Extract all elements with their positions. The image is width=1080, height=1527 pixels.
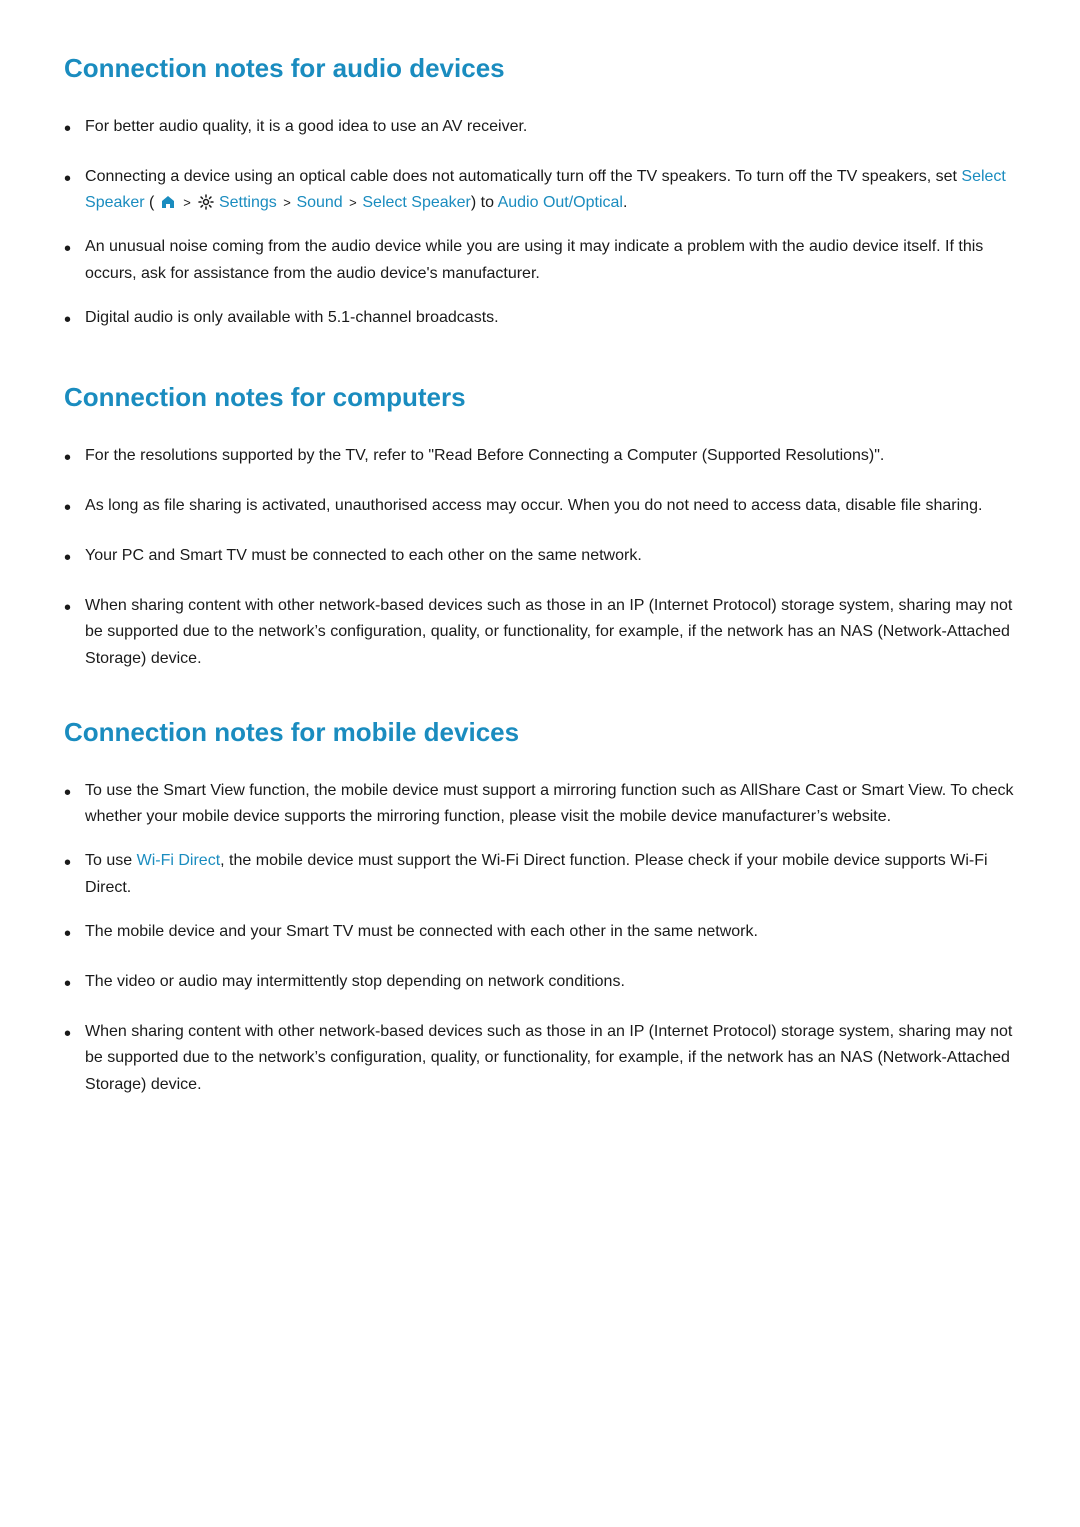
section-mobile-title: Connection notes for mobile devices	[64, 712, 1016, 754]
list-item: To use the Smart View function, the mobi…	[64, 778, 1016, 831]
section-mobile-list: To use the Smart View function, the mobi…	[64, 778, 1016, 1099]
list-item: An unusual noise coming from the audio d…	[64, 234, 1016, 287]
sound-link[interactable]: Sound	[296, 194, 342, 211]
list-item: Your PC and Smart TV must be connected t…	[64, 543, 1016, 575]
audio-out-link[interactable]: Audio Out/​Optical	[498, 194, 623, 211]
list-item-text: An unusual noise coming from the audio d…	[85, 234, 1016, 287]
list-item-text: The mobile device and your Smart TV must…	[85, 919, 1016, 945]
select-speaker-link-2[interactable]: Select Speaker	[362, 194, 471, 211]
list-item-text: The video or audio may intermittently st…	[85, 969, 1016, 995]
list-item: As long as file sharing is activated, un…	[64, 493, 1016, 525]
list-item: Connecting a device using an optical cab…	[64, 164, 1016, 217]
section-audio: Connection notes for audio devices For b…	[64, 48, 1016, 337]
settings-link[interactable]: Settings	[219, 194, 277, 211]
list-item-text: To use the Smart View function, the mobi…	[85, 778, 1016, 831]
list-item-text: Digital audio is only available with 5.1…	[85, 305, 1016, 331]
list-item: For the resolutions supported by the TV,…	[64, 443, 1016, 475]
list-item: For better audio quality, it is a good i…	[64, 114, 1016, 146]
list-item-text: When sharing content with other network-…	[85, 593, 1016, 672]
list-item-text: Your PC and Smart TV must be connected t…	[85, 543, 1016, 569]
section-mobile: Connection notes for mobile devices To u…	[64, 712, 1016, 1098]
list-item-text: As long as file sharing is activated, un…	[85, 493, 1016, 519]
list-item-text: To use Wi-Fi Direct, the mobile device m…	[85, 848, 1016, 901]
section-audio-title: Connection notes for audio devices	[64, 48, 1016, 90]
chevron-icon: >	[283, 195, 294, 210]
list-item: The mobile device and your Smart TV must…	[64, 919, 1016, 951]
list-item-text: Connecting a device using an optical cab…	[85, 164, 1016, 217]
list-item-text: For better audio quality, it is a good i…	[85, 114, 1016, 140]
settings-icon	[198, 194, 214, 210]
list-item: The video or audio may intermittently st…	[64, 969, 1016, 1001]
list-item: When sharing content with other network-…	[64, 1019, 1016, 1098]
chevron-icon: >	[183, 195, 194, 210]
list-item: When sharing content with other network-…	[64, 593, 1016, 672]
section-computers-title: Connection notes for computers	[64, 377, 1016, 419]
section-computers-list: For the resolutions supported by the TV,…	[64, 443, 1016, 672]
section-computers: Connection notes for computers For the r…	[64, 377, 1016, 672]
list-item-text: For the resolutions supported by the TV,…	[85, 443, 1016, 469]
list-item-text: When sharing content with other network-…	[85, 1019, 1016, 1098]
section-audio-list: For better audio quality, it is a good i…	[64, 114, 1016, 338]
list-item: Digital audio is only available with 5.1…	[64, 305, 1016, 337]
list-item: To use Wi-Fi Direct, the mobile device m…	[64, 848, 1016, 901]
chevron-icon: >	[349, 195, 360, 210]
wifi-direct-link[interactable]: Wi-Fi Direct	[137, 852, 221, 869]
home-icon	[160, 194, 176, 210]
